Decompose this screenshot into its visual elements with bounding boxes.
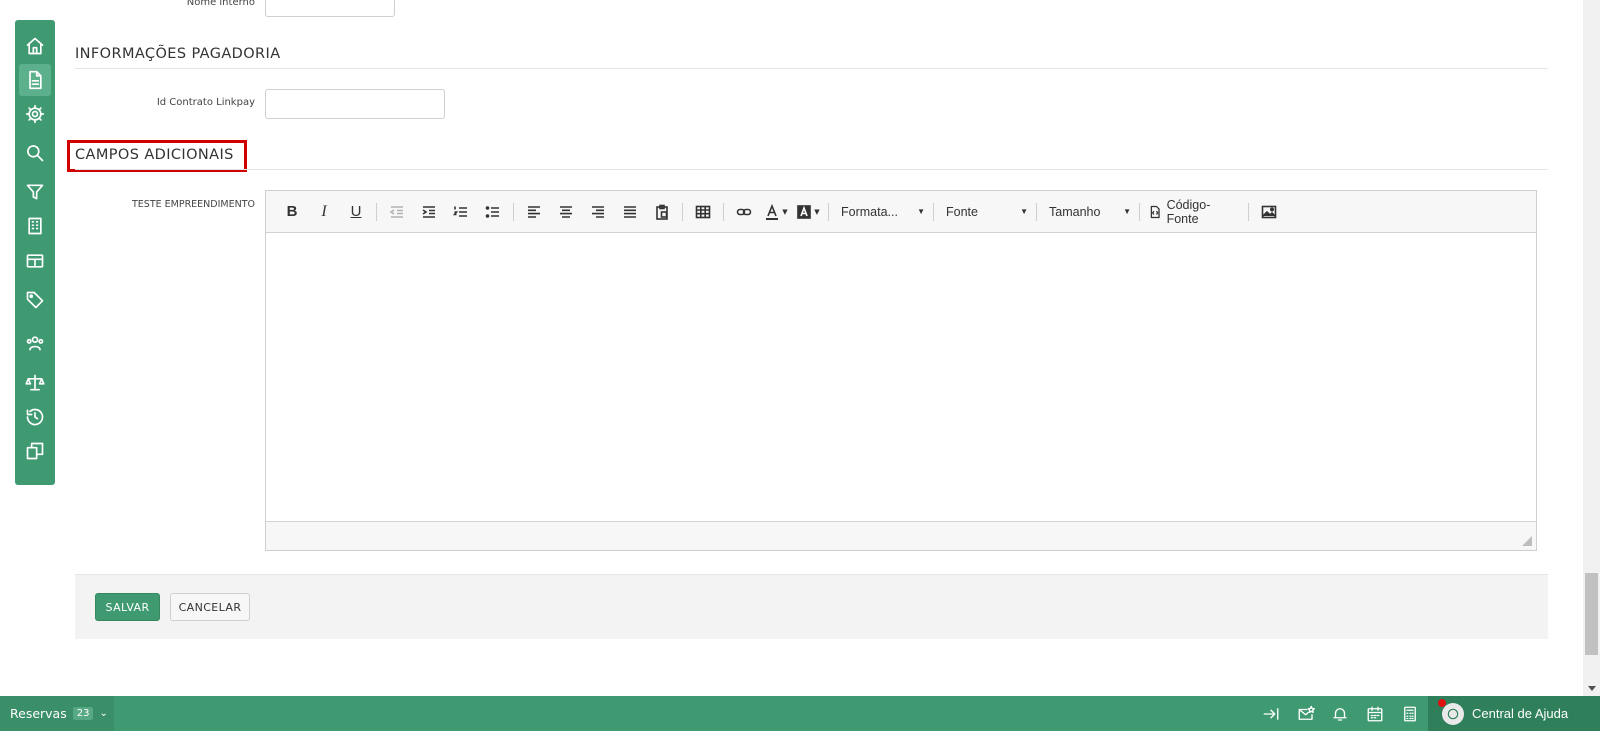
scroll-down-icon[interactable] bbox=[1588, 686, 1596, 691]
size-dropdown-label: Tamanho bbox=[1049, 204, 1101, 219]
italic-button[interactable]: I bbox=[310, 199, 338, 225]
calculator-icon[interactable] bbox=[1400, 704, 1420, 724]
chevron-down-icon: ▼ bbox=[1020, 207, 1028, 216]
align-right-icon[interactable] bbox=[584, 199, 612, 225]
table-insert-icon[interactable] bbox=[689, 199, 717, 225]
toolbar-separator bbox=[376, 202, 377, 221]
collapse-arrow-icon[interactable] bbox=[1261, 704, 1281, 724]
toolbar-separator bbox=[513, 202, 514, 221]
indent-icon[interactable] bbox=[415, 199, 443, 225]
copy-icon[interactable] bbox=[19, 435, 51, 467]
format-dropdown-label: Formata... bbox=[841, 204, 898, 219]
numbered-list-icon[interactable] bbox=[447, 199, 475, 225]
resize-handle-icon[interactable] bbox=[1522, 536, 1532, 546]
toolbar-separator bbox=[723, 202, 724, 221]
toolbar-separator bbox=[1139, 202, 1140, 221]
help-center-label: Central de Ajuda bbox=[1472, 706, 1569, 721]
home-icon[interactable] bbox=[19, 30, 51, 62]
help-center-button[interactable]: Central de Ajuda bbox=[1428, 696, 1600, 731]
size-dropdown[interactable]: Tamanho ▼ bbox=[1041, 199, 1135, 225]
scrollbar-thumb[interactable] bbox=[1585, 573, 1598, 655]
form-actions: SALVAR CANCELAR bbox=[75, 574, 1548, 639]
editor-content-area[interactable] bbox=[266, 233, 1536, 522]
nome-interno-input[interactable] bbox=[265, 0, 395, 17]
bullet-list-icon[interactable] bbox=[479, 199, 507, 225]
align-left-icon[interactable] bbox=[520, 199, 548, 225]
toolbar-separator bbox=[682, 202, 683, 221]
search-icon[interactable] bbox=[19, 137, 51, 169]
table-icon[interactable] bbox=[19, 245, 51, 277]
bold-button[interactable]: B bbox=[278, 199, 306, 225]
section-title-pagadoria: INFORMAÇÕES PAGADORIA bbox=[75, 46, 281, 62]
teste-empreendimento-label: TESTE EMPREENDIMENTO bbox=[131, 199, 255, 210]
reservas-count-badge: 23 bbox=[72, 707, 94, 720]
notification-dot bbox=[1438, 698, 1446, 707]
toolbar-separator bbox=[1036, 202, 1037, 221]
mail-star-icon[interactable] bbox=[1296, 704, 1316, 724]
bottom-bar: Reservas 23 ⌄ Central de Ajuda bbox=[0, 696, 1600, 731]
image-icon[interactable] bbox=[1255, 199, 1283, 225]
chevron-down-icon: ▼ bbox=[1123, 207, 1131, 216]
toolbar-separator bbox=[1248, 202, 1249, 221]
history-icon[interactable] bbox=[19, 401, 51, 433]
font-dropdown[interactable]: Fonte ▼ bbox=[938, 199, 1032, 225]
toolbar-separator bbox=[933, 202, 934, 221]
id-contrato-label: Id Contrato Linkpay bbox=[156, 97, 255, 108]
align-center-icon[interactable] bbox=[552, 199, 580, 225]
source-code-icon bbox=[1150, 205, 1160, 218]
outdent-icon[interactable] bbox=[383, 199, 411, 225]
underline-button[interactable]: U bbox=[342, 199, 370, 225]
section-title-campos: CAMPOS ADICIONAIS bbox=[75, 147, 234, 163]
document-icon[interactable] bbox=[19, 64, 51, 96]
id-contrato-input[interactable] bbox=[265, 89, 445, 119]
reservas-label: Reservas bbox=[10, 706, 67, 721]
tag-icon[interactable] bbox=[19, 284, 51, 316]
chevron-down-icon: ⌄ bbox=[99, 708, 108, 719]
chevron-down-icon: ▼ bbox=[917, 207, 925, 216]
font-dropdown-label: Fonte bbox=[946, 204, 978, 219]
scrollbar[interactable] bbox=[1583, 0, 1600, 696]
bell-icon[interactable] bbox=[1330, 704, 1350, 724]
format-dropdown[interactable]: Formata... ▼ bbox=[833, 199, 929, 225]
nome-interno-label: Nome interno bbox=[186, 0, 255, 8]
editor-status-bar bbox=[266, 521, 1536, 550]
calendar-icon[interactable] bbox=[1365, 704, 1385, 724]
reservas-button[interactable]: Reservas 23 ⌄ bbox=[0, 696, 114, 731]
align-justify-icon[interactable] bbox=[616, 199, 644, 225]
users-icon[interactable] bbox=[19, 327, 51, 359]
chat-icon bbox=[1438, 698, 1464, 725]
scale-icon[interactable] bbox=[19, 367, 51, 399]
building-icon[interactable] bbox=[19, 210, 51, 242]
section-divider bbox=[75, 68, 1548, 69]
filter-icon[interactable] bbox=[19, 176, 51, 208]
paste-icon[interactable] bbox=[648, 199, 676, 225]
toolbar-separator bbox=[828, 202, 829, 221]
rich-text-editor: B I U ▼ ▼ Formata... ▼ Fonte ▼ Tamanho ▼… bbox=[265, 190, 1537, 551]
link-icon[interactable] bbox=[730, 199, 758, 225]
text-color-icon[interactable]: ▼ bbox=[762, 199, 790, 225]
section-divider bbox=[75, 169, 1548, 170]
source-code-button[interactable]: Código-Fonte bbox=[1144, 197, 1244, 226]
source-code-label: Código-Fonte bbox=[1166, 197, 1211, 226]
background-color-icon[interactable]: ▼ bbox=[794, 199, 822, 225]
settings-icon[interactable] bbox=[19, 98, 51, 130]
cancel-button[interactable]: CANCELAR bbox=[170, 593, 250, 621]
sidebar bbox=[15, 20, 55, 485]
save-button[interactable]: SALVAR bbox=[95, 593, 160, 621]
editor-toolbar: B I U ▼ ▼ Formata... ▼ Fonte ▼ Tamanho ▼… bbox=[266, 191, 1536, 233]
